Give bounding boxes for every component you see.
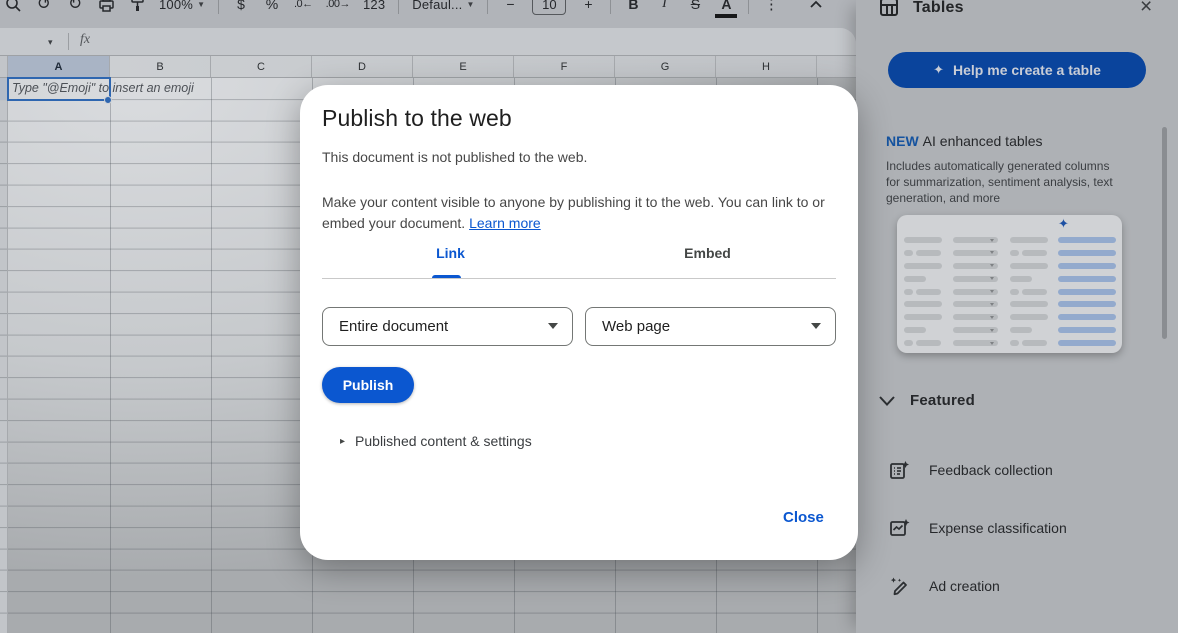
formula-bar: ▾ fx <box>0 28 856 55</box>
strikethrough-button[interactable]: S <box>686 0 704 20</box>
published-content-settings-toggle[interactable]: ▸ Published content & settings <box>340 433 532 449</box>
cell-a1-placeholder-text: Type "@Emoji" to insert an emoji <box>12 81 194 95</box>
number-format-button[interactable]: 123 <box>363 0 385 20</box>
sidebar-close-icon[interactable]: × <box>1140 0 1152 19</box>
column-header-c[interactable]: C <box>211 56 312 77</box>
dialog-status-text: This document is not published to the we… <box>322 149 587 165</box>
decrease-font-size-button[interactable]: − <box>501 0 519 20</box>
toolbar-separator <box>748 0 749 14</box>
sparkle-icon: ✦ <box>933 62 944 78</box>
illustration-row <box>897 260 1122 273</box>
toolbar-separator <box>610 0 611 14</box>
illustration-sparkle-icon: ✦ <box>1058 216 1069 232</box>
format-currency-button[interactable]: $ <box>232 0 250 20</box>
publish-to-web-dialog: Publish to the web This document is not … <box>300 85 858 560</box>
illustration-row <box>897 273 1122 286</box>
column-headers: A B C D E F G H <box>0 55 856 78</box>
decrease-decimal-button[interactable]: .0← <box>294 0 313 20</box>
sidebar-item-feedback-collection[interactable]: Feedback collection <box>889 458 1159 482</box>
row-headers-sliver[interactable] <box>0 78 8 633</box>
toolbar-separator <box>487 0 488 14</box>
tabs-divider <box>322 278 836 279</box>
disclosure-arrow-icon: ▸ <box>340 436 345 447</box>
illustration-row <box>897 324 1122 337</box>
publish-scope-select[interactable]: Entire document <box>322 307 573 346</box>
column-header-b[interactable]: B <box>110 56 211 77</box>
toolbar: ↺ ↻ 100%▼ $ % .0← .00→ 123 Defaul...▼ − … <box>0 0 856 28</box>
tab-link[interactable]: Link <box>322 245 579 265</box>
italic-button[interactable]: I <box>655 0 673 20</box>
publish-button[interactable]: Publish <box>322 367 414 403</box>
table-icon <box>879 0 899 22</box>
name-box-caret-icon[interactable]: ▾ <box>48 37 53 48</box>
column-header-d[interactable]: D <box>312 56 413 77</box>
font-size-input[interactable]: 10 <box>532 0 566 15</box>
sidebar-item-expense-classification[interactable]: Expense classification <box>889 516 1159 540</box>
increase-font-size-button[interactable]: + <box>579 0 597 20</box>
table-illustration: ✦ <box>897 215 1122 353</box>
ai-enhanced-description: Includes automatically generated columns… <box>886 158 1126 206</box>
column-header-a[interactable]: A <box>8 56 110 77</box>
chevron-down-icon <box>878 395 896 407</box>
search-icon[interactable] <box>4 0 22 20</box>
column-header-h[interactable]: H <box>716 56 817 77</box>
zoom-select[interactable]: 100%▼ <box>159 0 205 20</box>
ai-enhanced-heading: NEWAI enhanced tables <box>886 133 1043 149</box>
dropdown-caret-icon <box>548 323 558 329</box>
dialog-description: Make your content visible to anyone by p… <box>322 192 826 233</box>
collapse-toolbar-icon[interactable] <box>807 0 825 20</box>
tab-embed[interactable]: Embed <box>579 245 836 265</box>
illustration-row <box>897 311 1122 324</box>
publish-format-select[interactable]: Web page <box>585 307 836 346</box>
featured-section-header[interactable]: Featured <box>878 392 975 409</box>
paint-format-icon[interactable] <box>128 0 146 20</box>
illustration-row <box>897 337 1122 350</box>
sidebar-title: Tables <box>913 0 964 17</box>
bold-button[interactable]: B <box>624 0 642 20</box>
illustration-row <box>897 247 1122 260</box>
tables-sidebar: Tables × ✦ Help me create a table NEWAI … <box>856 0 1178 633</box>
undo-icon[interactable]: ↺ <box>35 0 53 20</box>
illustration-row <box>897 286 1122 299</box>
more-options-icon[interactable]: ⋮ <box>762 0 780 20</box>
illustration-row <box>897 234 1122 247</box>
toolbar-separator <box>398 0 399 14</box>
selected-cell-a1[interactable]: Type "@Emoji" to insert an emoji <box>7 77 111 101</box>
column-header-partial[interactable] <box>817 56 856 77</box>
google-sheets-app: ↺ ↻ 100%▼ $ % .0← .00→ 123 Defaul...▼ − … <box>0 0 1178 633</box>
close-button[interactable]: Close <box>783 509 824 526</box>
column-header-g[interactable]: G <box>615 56 716 77</box>
illustration-row <box>897 298 1122 311</box>
table-illustration-rows <box>897 234 1122 350</box>
sidebar-header: Tables × <box>856 0 1178 27</box>
help-button-label: Help me create a table <box>953 62 1101 78</box>
column-header-e[interactable]: E <box>413 56 514 77</box>
new-badge: NEW <box>886 133 919 149</box>
help-me-create-table-button[interactable]: ✦ Help me create a table <box>888 52 1146 88</box>
increase-decimal-button[interactable]: .00→ <box>326 0 350 20</box>
learn-more-link[interactable]: Learn more <box>469 215 541 231</box>
sidebar-scrollbar[interactable] <box>1162 127 1167 339</box>
dialog-tabs: Link Embed <box>322 245 836 265</box>
fx-icon: fx <box>80 32 90 48</box>
formula-bar-separator <box>68 33 69 50</box>
feedback-list-sparkle-icon <box>889 460 910 481</box>
dialog-title: Publish to the web <box>322 105 512 132</box>
featured-label: Featured <box>910 392 975 409</box>
dropdown-caret-icon <box>811 323 821 329</box>
column-header-f[interactable]: F <box>514 56 615 77</box>
sidebar-item-ad-creation[interactable]: Ad creation <box>889 574 1159 598</box>
magic-wand-icon <box>889 576 910 597</box>
text-color-button[interactable]: A <box>717 0 735 20</box>
fill-handle[interactable] <box>104 96 112 104</box>
chart-image-sparkle-icon <box>889 518 910 539</box>
select-all-corner[interactable] <box>0 56 8 77</box>
format-percent-button[interactable]: % <box>263 0 281 20</box>
print-icon[interactable] <box>97 0 115 20</box>
redo-icon[interactable]: ↻ <box>66 0 84 20</box>
font-select[interactable]: Defaul...▼ <box>412 0 474 20</box>
toolbar-separator <box>218 0 219 14</box>
